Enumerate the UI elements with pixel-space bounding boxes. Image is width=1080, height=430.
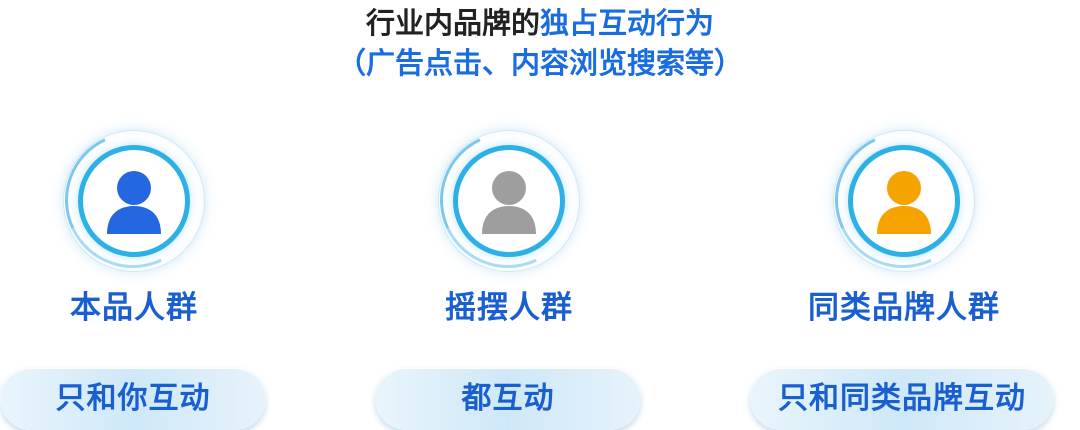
title-prefix: 行业内品牌的: [365, 6, 540, 40]
behavior-pill: 都互动: [375, 368, 641, 430]
person-icon: [107, 171, 161, 234]
group-same-category: 同类品牌人群 只和同类品牌互动: [750, 112, 1054, 430]
behavior-pill: 只和你互动: [0, 368, 266, 430]
avatar: [420, 112, 596, 288]
group-label: 同类品牌人群: [808, 290, 1000, 326]
avatar: [815, 112, 991, 288]
person-icon: [877, 171, 931, 234]
title-highlight: 独占互动行为: [540, 6, 715, 40]
group-label: 本品人群: [70, 290, 198, 326]
person-icon: [482, 171, 536, 234]
page-title: 行业内品牌的独占互动行为: [0, 4, 1080, 42]
behavior-pill: 只和同类品牌互动: [750, 368, 1054, 430]
group-label: 摇摆人群: [445, 290, 573, 326]
group-swing: 摇摆人群 都互动: [359, 112, 659, 430]
page-subtitle: （广告点击、内容浏览搜索等）: [336, 46, 743, 80]
group-own-brand: 本品人群 只和你互动: [0, 112, 284, 430]
avatar: [45, 112, 221, 288]
